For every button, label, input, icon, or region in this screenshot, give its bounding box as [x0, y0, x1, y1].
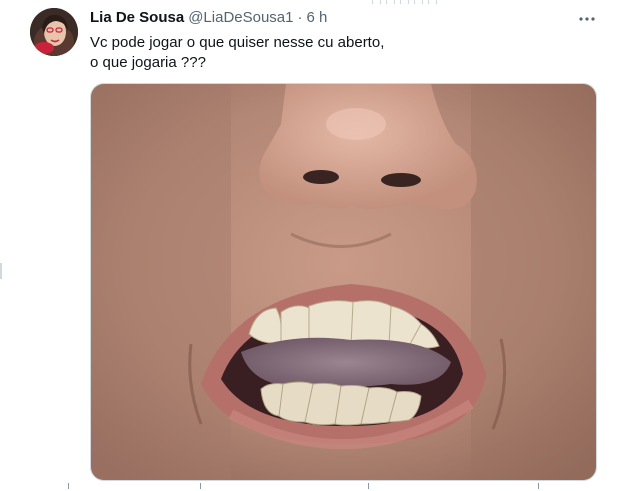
tweet[interactable]: Lia De Sousa @LiaDeSousa1 · 6 h Vc pode …: [0, 0, 626, 491]
action-bar-edge: [0, 479, 626, 491]
avatar-photo-icon: [30, 8, 78, 56]
tweet-text: Vc pode jogar o que quiser nesse cu aber…: [90, 33, 570, 73]
author-display-name[interactable]: Lia De Sousa: [90, 9, 184, 26]
header-separator: ·: [297, 9, 303, 26]
tweet-media-photo[interactable]: [90, 83, 597, 481]
more-horizontal-icon: [579, 17, 595, 21]
action-tick: [68, 483, 69, 489]
action-tick: [368, 483, 369, 489]
action-tick: [200, 483, 201, 489]
tweet-timestamp[interactable]: 6 h: [307, 9, 328, 26]
tweet-text-line: Vc pode jogar o que quiser nesse cu aber…: [90, 34, 385, 51]
action-tick: [538, 483, 539, 489]
author-handle[interactable]: @LiaDeSousa1: [188, 9, 293, 26]
tweet-text-line: o que jogaria ???: [90, 54, 206, 71]
avatar[interactable]: [30, 8, 78, 56]
more-options-button[interactable]: [574, 8, 600, 30]
tweet-header: Lia De Sousa @LiaDeSousa1 · 6 h: [90, 9, 327, 29]
photo-close-up-icon: [91, 84, 596, 480]
